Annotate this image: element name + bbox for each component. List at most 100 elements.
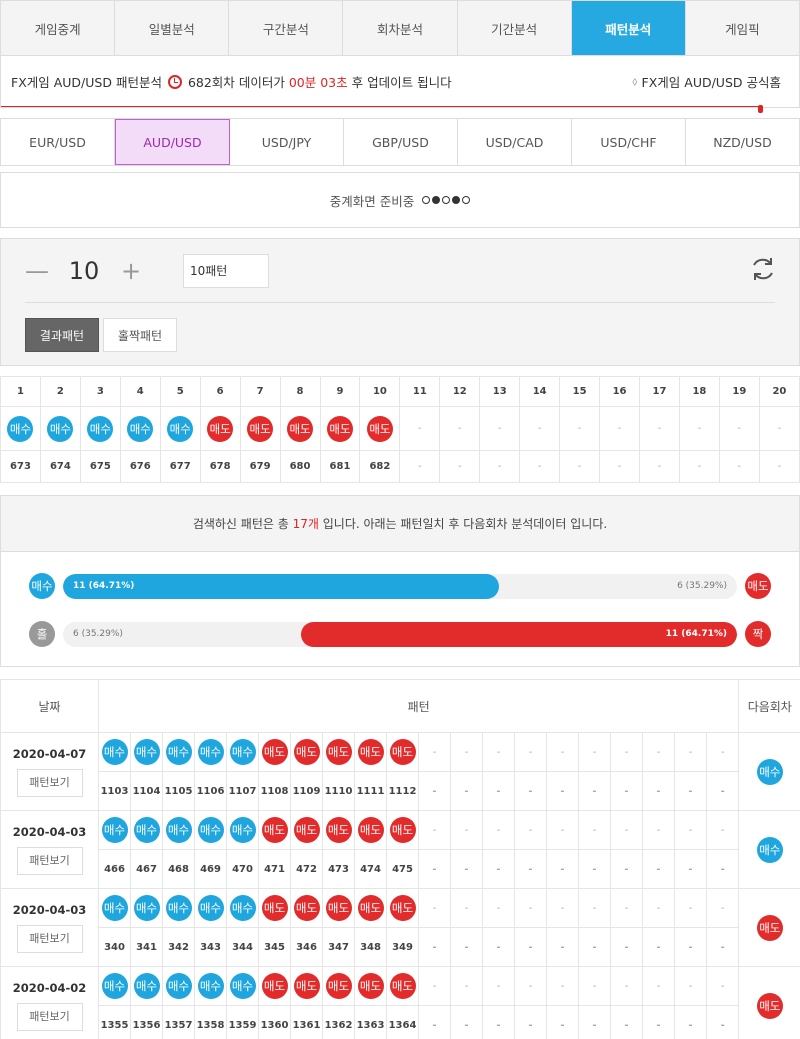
view-pattern-button[interactable]: 패턴보기	[16, 1002, 83, 1031]
pattern-length-select[interactable]: 10패턴	[183, 253, 269, 288]
history-round-cell: 1359	[226, 1005, 259, 1039]
history-result-cell: -	[705, 966, 740, 1006]
pattern-cell: -	[718, 406, 760, 451]
history-round-cell: 348	[354, 927, 387, 967]
history-result-cell: 매수	[130, 888, 163, 928]
history-result-cell: -	[418, 888, 451, 928]
history-round-cell: -	[578, 849, 611, 889]
view-pattern-button[interactable]: 패턴보기	[16, 846, 83, 875]
pattern-col-header: 7	[239, 376, 281, 407]
buy-ball: 매수	[229, 973, 256, 999]
history-result-cell: -	[578, 888, 611, 928]
history-result-cell: 매수	[130, 732, 163, 772]
history-round-cell: -	[482, 927, 515, 967]
next-round-cell: 매도	[738, 966, 800, 1039]
nav-tab[interactable]: 회차분석	[343, 1, 458, 55]
buy-ball: 매수	[197, 817, 224, 843]
history-result-cell: 매도	[386, 732, 419, 772]
sell-ball: 매도	[325, 739, 352, 765]
history-round-cell: -	[578, 771, 611, 811]
history-round-cell: 1109	[290, 771, 323, 811]
currency-pair-tab[interactable]: NZD/USD	[686, 119, 800, 165]
ratio-track: 11 (64.71%) 6 (35.29%)	[63, 573, 737, 599]
buy-ball: 매수	[167, 415, 194, 442]
history-result-cell: 매도	[354, 966, 387, 1006]
currency-pair-tab[interactable]: GBP/USD	[344, 119, 458, 165]
history-round-cell: 1103	[98, 771, 131, 811]
round-cell: 677	[159, 450, 201, 483]
currency-pair-tab[interactable]: AUD/USD	[115, 119, 230, 165]
even-ratio-fill: 11 (64.71%)	[300, 621, 737, 647]
round-cell: 682	[359, 450, 401, 483]
nav-tab[interactable]: 구간분석	[229, 1, 344, 55]
history-result-cell: 매도	[290, 888, 323, 928]
currency-pair-tab[interactable]: EUR/USD	[1, 119, 115, 165]
history-result-cell: -	[674, 732, 707, 772]
history-round-cell: 1364	[386, 1005, 419, 1039]
decrease-button[interactable]: —	[25, 257, 49, 285]
buy-ball: 매수	[165, 895, 192, 921]
history-round-cell: 1355	[98, 1005, 131, 1039]
history-round-cell: 1110	[322, 771, 355, 811]
history-result-cell: 매도	[258, 888, 291, 928]
pattern-cell: -	[639, 406, 680, 451]
sell-ball: 매도	[261, 817, 288, 843]
history-date: 2020-04-03	[12, 902, 87, 917]
currency-pair-tab[interactable]: USD/JPY	[230, 119, 344, 165]
result-pattern-button[interactable]: 결과패턴	[25, 318, 99, 352]
history-result-cell: -	[546, 966, 579, 1006]
nav-tab[interactable]: 일별분석	[115, 1, 230, 55]
nav-tab[interactable]: 게임중계	[1, 1, 116, 55]
history-round-cell: -	[450, 1005, 483, 1039]
sell-ball: 매도	[326, 415, 353, 442]
buy-sell-bar: 매수 11 (64.71%) 6 (35.29%) 매도	[29, 562, 771, 610]
sell-ball: 매도	[325, 973, 352, 999]
history-result-cell: 매수	[194, 966, 227, 1006]
date-header: 날짜	[0, 679, 99, 733]
nav-tab[interactable]: 기간분석	[457, 1, 572, 55]
sell-ball: 매도	[261, 895, 288, 921]
history-result-cell: -	[450, 966, 483, 1006]
buy-ball: 매수	[229, 817, 256, 843]
refresh-icon[interactable]	[749, 255, 777, 283]
history-round-cell: 1106	[194, 771, 227, 811]
pattern-count: 10	[68, 256, 100, 285]
stream-notice: 중계화면 준비중	[0, 172, 800, 228]
history-row: 2020-04-03 패턴보기 매수 매수 매수 매수 매수 매도 매도 매도 매도 매도 - - - - - -…	[0, 810, 800, 889]
pattern-header: 패턴	[97, 679, 740, 733]
increase-button[interactable]: +	[119, 257, 143, 285]
view-pattern-button[interactable]: 패턴보기	[16, 924, 83, 953]
history-result-cell: 매수	[226, 966, 259, 1006]
round-cell: 673	[0, 450, 41, 483]
history-date: 2020-04-03	[12, 824, 87, 839]
currency-pair-tab[interactable]: USD/CHF	[572, 119, 686, 165]
history-result-cell: 매수	[194, 810, 227, 850]
history-result-cell: -	[482, 888, 515, 928]
sell-ball: 매도	[261, 973, 288, 999]
history-result-cell: 매수	[194, 888, 227, 928]
currency-pair-tab[interactable]: USD/CAD	[458, 119, 572, 165]
official-home-link[interactable]: ⬨ FX게임 AUD/USD 공식홈	[632, 72, 781, 91]
history-round-cell: -	[705, 849, 740, 889]
pattern-col-header: 19	[718, 376, 760, 407]
history-round-cell: -	[514, 771, 547, 811]
history-result-cell: -	[514, 732, 547, 772]
nav-tab[interactable]: 게임픽	[685, 1, 800, 55]
ratio-track: 11 (64.71%) 6 (35.29%)	[63, 621, 737, 647]
history-round-cell: -	[546, 771, 579, 811]
history-header-row: 날짜 패턴 다음회차	[0, 679, 800, 733]
view-pattern-button[interactable]: 패턴보기	[16, 768, 83, 797]
history-round-row: 1355 1356 1357 1358 1359 1360 1361 1362 1363 1364…	[1, 1005, 800, 1039]
history-result-cell: 매수	[98, 888, 131, 928]
history-round-cell: -	[418, 927, 451, 967]
odd-even-pattern-button[interactable]: 홀짝패턴	[103, 318, 177, 352]
nav-tab[interactable]: 패턴분석	[571, 1, 686, 55]
history-result-cell: 매도	[258, 966, 291, 1006]
history-round-cell: -	[642, 1005, 675, 1039]
buy-ball: 매수	[101, 817, 128, 843]
buy-ball: 매수	[101, 895, 128, 921]
odd-icon: 홀	[29, 621, 55, 647]
marker-icon	[758, 105, 763, 113]
history-round-cell: 342	[162, 927, 195, 967]
history-round-cell: -	[642, 771, 675, 811]
